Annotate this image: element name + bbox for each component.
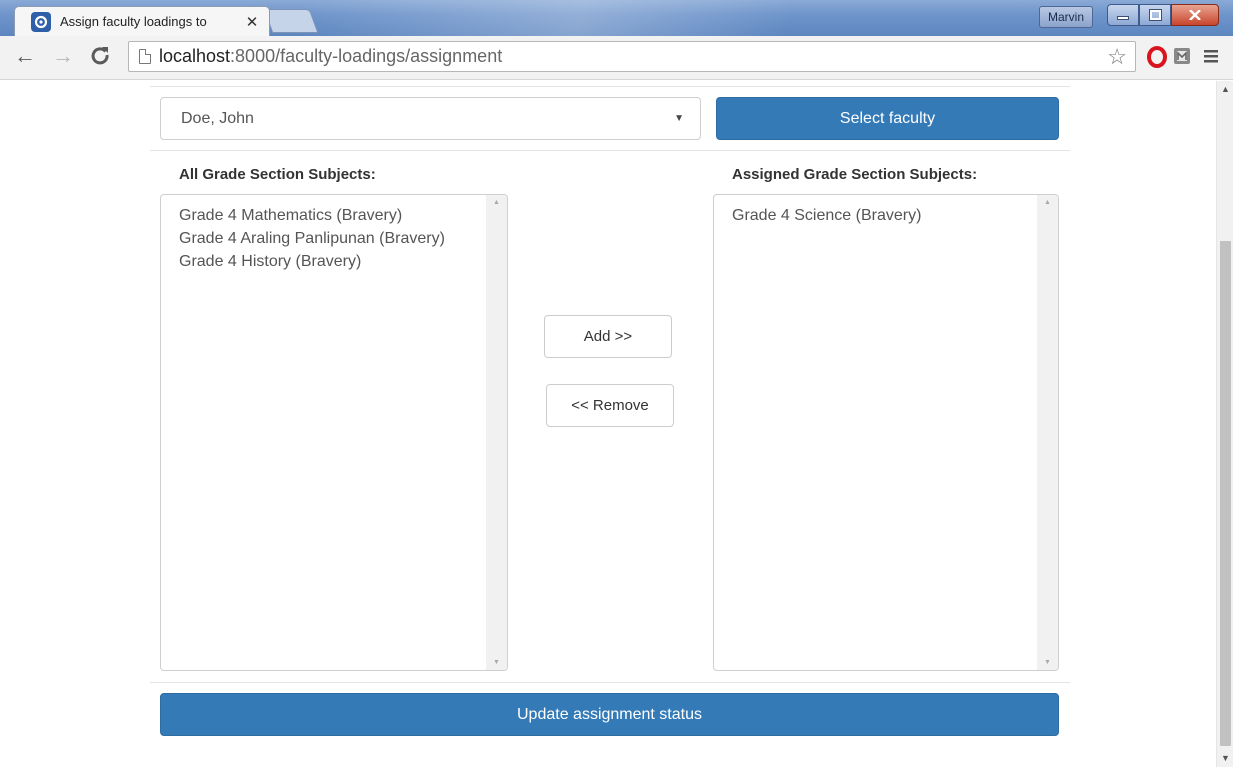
divider	[150, 86, 1070, 87]
assigned-subjects-listbox[interactable]: Grade 4 Science (Bravery) ▲ ▼	[713, 194, 1059, 671]
bookmark-star-icon[interactable]: ☆	[1107, 44, 1127, 70]
listbox-scrollbar[interactable]: ▲ ▼	[1037, 195, 1058, 670]
remove-button[interactable]: << Remove	[546, 384, 674, 427]
chevron-down-icon: ▼	[674, 113, 684, 124]
reload-icon[interactable]	[90, 45, 110, 69]
scroll-up-icon[interactable]: ▲	[486, 199, 507, 206]
back-arrow-icon[interactable]: ←	[14, 45, 36, 67]
address-bar[interactable]: localhost:8000/faculty-loadings/assignme…	[128, 41, 1136, 72]
add-button[interactable]: Add >>	[544, 315, 672, 358]
scroll-thumb[interactable]	[1220, 241, 1231, 746]
page-icon	[139, 49, 151, 64]
window-titlebar: Assign faculty loadings to ✕ Marvin	[0, 0, 1233, 36]
scroll-up-icon[interactable]: ▲	[1037, 199, 1058, 206]
divider	[150, 682, 1070, 683]
tab-title: Assign faculty loadings to	[60, 14, 207, 29]
minimize-button[interactable]	[1107, 4, 1139, 26]
url-path: :8000/faculty-loadings/assignment	[230, 46, 503, 66]
faculty-select[interactable]: Doe, John ▼	[160, 97, 701, 140]
select-faculty-button[interactable]: Select faculty	[716, 97, 1059, 140]
browser-tab[interactable]: Assign faculty loadings to ✕	[14, 6, 270, 36]
all-subjects-label: All Grade Section Subjects:	[179, 166, 376, 183]
list-item[interactable]: Grade 4 Science (Bravery)	[732, 204, 1040, 227]
close-window-button[interactable]	[1171, 4, 1219, 26]
minimize-icon	[1117, 16, 1129, 20]
opera-extension-icon[interactable]	[1146, 46, 1168, 73]
url-host: localhost	[159, 46, 231, 66]
profile-button[interactable]: Marvin	[1038, 6, 1093, 28]
forward-arrow-icon[interactable]: →	[52, 45, 74, 67]
page-viewport: Doe, John ▼ Select faculty All Grade Sec…	[0, 81, 1233, 767]
new-tab-button[interactable]	[263, 9, 319, 33]
maximize-button[interactable]	[1139, 4, 1171, 26]
listbox-scrollbar[interactable]: ▲ ▼	[486, 195, 507, 670]
list-item[interactable]: Grade 4 Mathematics (Bravery)	[179, 204, 489, 227]
app-favicon-icon	[31, 11, 51, 32]
scroll-down-icon[interactable]: ▼	[1217, 750, 1233, 767]
mcafee-extension-icon[interactable]	[1172, 46, 1192, 71]
tab-close-icon[interactable]: ✕	[244, 13, 260, 31]
assigned-subjects-list: Grade 4 Science (Bravery)	[714, 195, 1058, 236]
update-assignment-button[interactable]: Update assignment status	[160, 693, 1059, 736]
window-controls: Marvin	[1038, 4, 1219, 28]
close-icon	[1189, 10, 1201, 20]
scroll-down-icon[interactable]: ▼	[486, 659, 507, 666]
all-subjects-listbox[interactable]: Grade 4 Mathematics (Bravery) Grade 4 Ar…	[160, 194, 508, 671]
browser-toolbar: ← → localhost:8000/faculty-loadings/assi…	[0, 36, 1233, 80]
list-item[interactable]: Grade 4 History (Bravery)	[179, 250, 489, 273]
faculty-select-value: Doe, John	[181, 109, 254, 127]
page-scrollbar[interactable]: ▲ ▼	[1216, 81, 1233, 767]
assigned-subjects-label: Assigned Grade Section Subjects:	[732, 166, 978, 183]
divider	[150, 150, 1070, 151]
menu-hamburger-icon[interactable]	[1203, 48, 1219, 69]
list-item[interactable]: Grade 4 Araling Panlipunan (Bravery)	[179, 227, 489, 250]
restore-icon	[1148, 9, 1162, 21]
scroll-up-icon[interactable]: ▲	[1217, 81, 1233, 98]
scroll-down-icon[interactable]: ▼	[1037, 659, 1058, 666]
all-subjects-list: Grade 4 Mathematics (Bravery) Grade 4 Ar…	[161, 195, 507, 282]
